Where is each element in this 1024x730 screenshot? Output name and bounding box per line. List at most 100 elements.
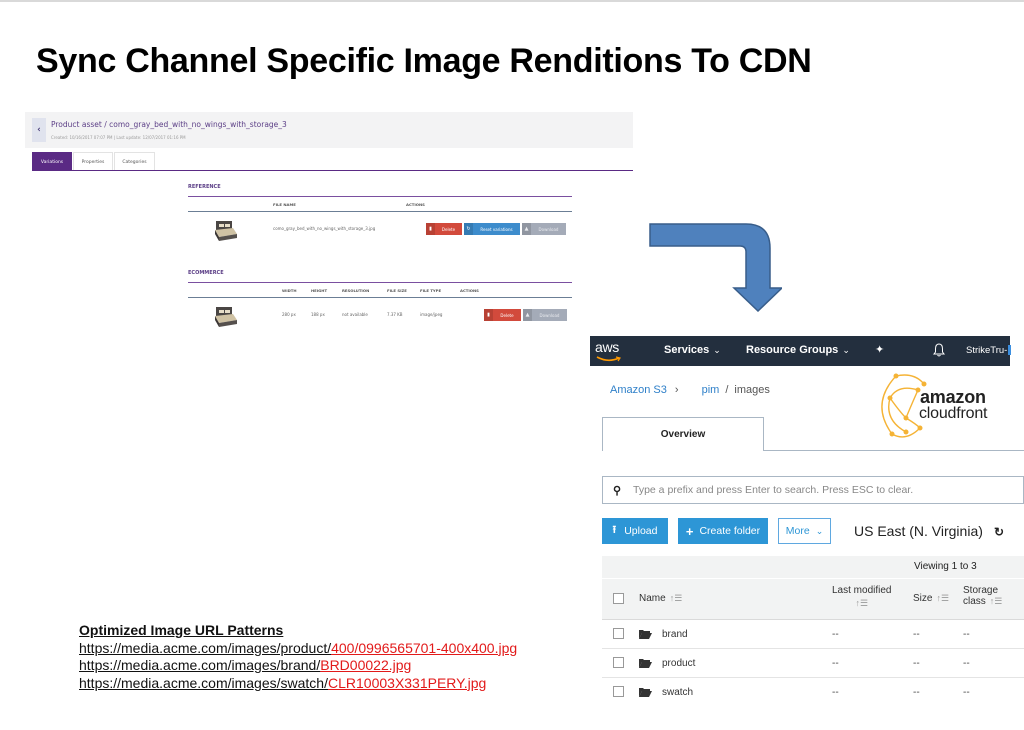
- download-button[interactable]: ▲ Download: [522, 223, 566, 235]
- viewing-count: Viewing 1 to 3: [914, 561, 977, 572]
- row-checkbox[interactable]: [613, 657, 624, 668]
- column-file-size: FILE SIZE: [387, 288, 407, 293]
- tab-properties[interactable]: Properties: [73, 152, 113, 171]
- storage-class-value: --: [963, 629, 970, 640]
- chevron-left-icon: ‹: [37, 125, 41, 135]
- breadcrumb-separator: ›: [674, 384, 679, 396]
- bed-thumbnail: [215, 221, 237, 241]
- asset-meta: Created: 10/16/2017 07:07 PM | Last upda…: [51, 135, 186, 140]
- slide-top-border: [0, 0, 1024, 2]
- bent-arrow-icon: [649, 223, 782, 312]
- services-menu[interactable]: Services ⌄: [664, 344, 721, 356]
- size-value: --: [913, 658, 920, 669]
- rendition-resolution: not available: [342, 312, 368, 317]
- folder-icon: [639, 659, 652, 668]
- reference-file-name: como_gray_bed_with_no_wings_with_storage…: [273, 226, 376, 231]
- prefix-search-input[interactable]: [633, 484, 993, 496]
- chevron-down-icon: ⌄: [842, 345, 850, 355]
- back-button[interactable]: ‹: [32, 118, 46, 142]
- region-label: US East (N. Virginia): [854, 523, 983, 539]
- more-dropdown-button[interactable]: More ⌄: [778, 518, 831, 544]
- last-modified-value: --: [832, 658, 839, 669]
- folder-icon: [639, 630, 652, 639]
- rendition-file-size: 7.37 KB: [387, 312, 403, 317]
- upload-icon: ⭱: [612, 524, 617, 536]
- sort-icon: ↑☰: [669, 593, 683, 603]
- cloudfront-logo-text-cloudfront: cloudfront: [919, 405, 988, 422]
- create-folder-button[interactable]: + Create folder: [678, 518, 768, 544]
- size-value: --: [913, 629, 920, 640]
- folder-name[interactable]: swatch: [662, 687, 693, 698]
- account-menu[interactable]: StrikeTru-: [966, 345, 1007, 356]
- column-name[interactable]: Name ↑☰: [639, 593, 682, 604]
- aws-smile-icon: [596, 356, 621, 362]
- resource-groups-menu[interactable]: Resource Groups ⌄: [746, 344, 850, 356]
- ecommerce-column-headers: WIDTH HEIGHT RESOLUTION FILE SIZE FILE T…: [188, 283, 572, 297]
- ecommerce-title: ECOMMERCE: [188, 270, 224, 276]
- column-last-modified[interactable]: Last modified ↑☰: [832, 585, 891, 609]
- aws-logo[interactable]: aws: [595, 339, 619, 355]
- account-menu-edge: [1008, 345, 1011, 355]
- bell-icon[interactable]: [933, 343, 945, 357]
- tab-baseline: [764, 450, 1024, 451]
- row-checkbox[interactable]: [613, 686, 624, 697]
- column-storage-class[interactable]: Storage class ↑☰: [963, 585, 1002, 607]
- asset-title: Product asset / como_gray_bed_with_no_wi…: [51, 120, 287, 129]
- tab-overview[interactable]: Overview: [602, 417, 764, 451]
- download-button[interactable]: ▲ Download: [523, 309, 567, 321]
- download-icon: ▲: [522, 223, 531, 235]
- ecommerce-section: ECOMMERCE WIDTH HEIGHT RESOLUTION FILE S…: [188, 270, 572, 332]
- folder-name[interactable]: product: [662, 658, 695, 669]
- last-modified-value: --: [832, 629, 839, 640]
- folder-name[interactable]: brand: [662, 629, 688, 640]
- column-height: HEIGHT: [311, 288, 328, 293]
- tab-variations[interactable]: Variations: [32, 152, 72, 171]
- reference-column-headers: FILE NAME ACTIONS: [188, 197, 572, 211]
- column-actions: ACTIONS: [460, 288, 479, 293]
- storage-class-value: --: [963, 687, 970, 698]
- refresh-icon[interactable]: ↻: [994, 525, 1004, 539]
- table-row[interactable]: swatch -- -- --: [602, 678, 1024, 707]
- search-icon: ⚲: [613, 484, 622, 497]
- plus-icon: +: [685, 523, 694, 539]
- upload-button[interactable]: ⭱ Upload: [602, 518, 668, 544]
- breadcrumb-amazon-s3[interactable]: Amazon S3: [610, 384, 667, 396]
- column-actions: ACTIONS: [406, 202, 425, 207]
- column-size[interactable]: Size ↑☰: [913, 593, 949, 604]
- asset-header: ‹ Product asset / como_gray_bed_with_no_…: [25, 112, 633, 148]
- storage-class-value: --: [963, 658, 970, 669]
- select-all-checkbox[interactable]: [613, 593, 624, 604]
- objects-table-header: Name ↑☰ Last modified ↑☰ Size ↑☰ Storage c…: [602, 578, 1024, 620]
- pim-asset-screenshot: ‹ Product asset / como_gray_bed_with_no_…: [25, 112, 635, 372]
- slide-title: Sync Channel Specific Image Renditions T…: [36, 42, 812, 80]
- column-file-name: FILE NAME: [273, 202, 296, 207]
- download-icon: ▲: [523, 309, 532, 321]
- table-row[interactable]: brand -- -- --: [602, 620, 1024, 649]
- asset-tabs: Variations Properties Categories: [32, 152, 156, 171]
- reset-variations-button[interactable]: ↻ Reset variations: [464, 223, 520, 235]
- row-checkbox[interactable]: [613, 628, 624, 639]
- aws-top-nav: aws Services ⌄ Resource Groups ⌄ ✦ StrikeT…: [590, 336, 1011, 366]
- delete-button[interactable]: ▮ Delete: [426, 223, 462, 235]
- folder-icon: [639, 688, 652, 697]
- reference-section: REFERENCE FILE NAME ACTIONS como_gray_be…: [188, 184, 572, 246]
- chevron-down-icon: ⌄: [713, 345, 721, 355]
- url-pattern-product[interactable]: https://media.acme.com/images/product/40…: [79, 640, 517, 658]
- size-value: --: [913, 687, 920, 698]
- delete-button[interactable]: ▮ Delete: [484, 309, 521, 321]
- ecommerce-row: 280 px 188 px not available 7.37 KB imag…: [188, 298, 572, 332]
- breadcrumb: Amazon S3 › pim / images: [610, 384, 770, 396]
- column-resolution: RESOLUTION: [342, 288, 370, 293]
- amazon-cloudfront-logo: amazon cloudfront: [876, 368, 1000, 442]
- reference-title: REFERENCE: [188, 184, 221, 190]
- table-row[interactable]: product -- -- --: [602, 649, 1024, 678]
- column-file-type: FILE TYPE: [420, 288, 442, 293]
- url-pattern-brand[interactable]: https://media.acme.com/images/brand/BRD0…: [79, 657, 517, 675]
- trash-icon: ▮: [484, 309, 493, 321]
- breadcrumb-bucket[interactable]: pim: [702, 384, 720, 396]
- breadcrumb-slash: /: [725, 384, 729, 396]
- tab-categories[interactable]: Categories: [114, 152, 155, 171]
- url-pattern-swatch[interactable]: https://media.acme.com/images/swatch/CLR…: [79, 675, 517, 693]
- pin-icon[interactable]: ✦: [875, 343, 884, 356]
- trash-icon: ▮: [426, 223, 435, 235]
